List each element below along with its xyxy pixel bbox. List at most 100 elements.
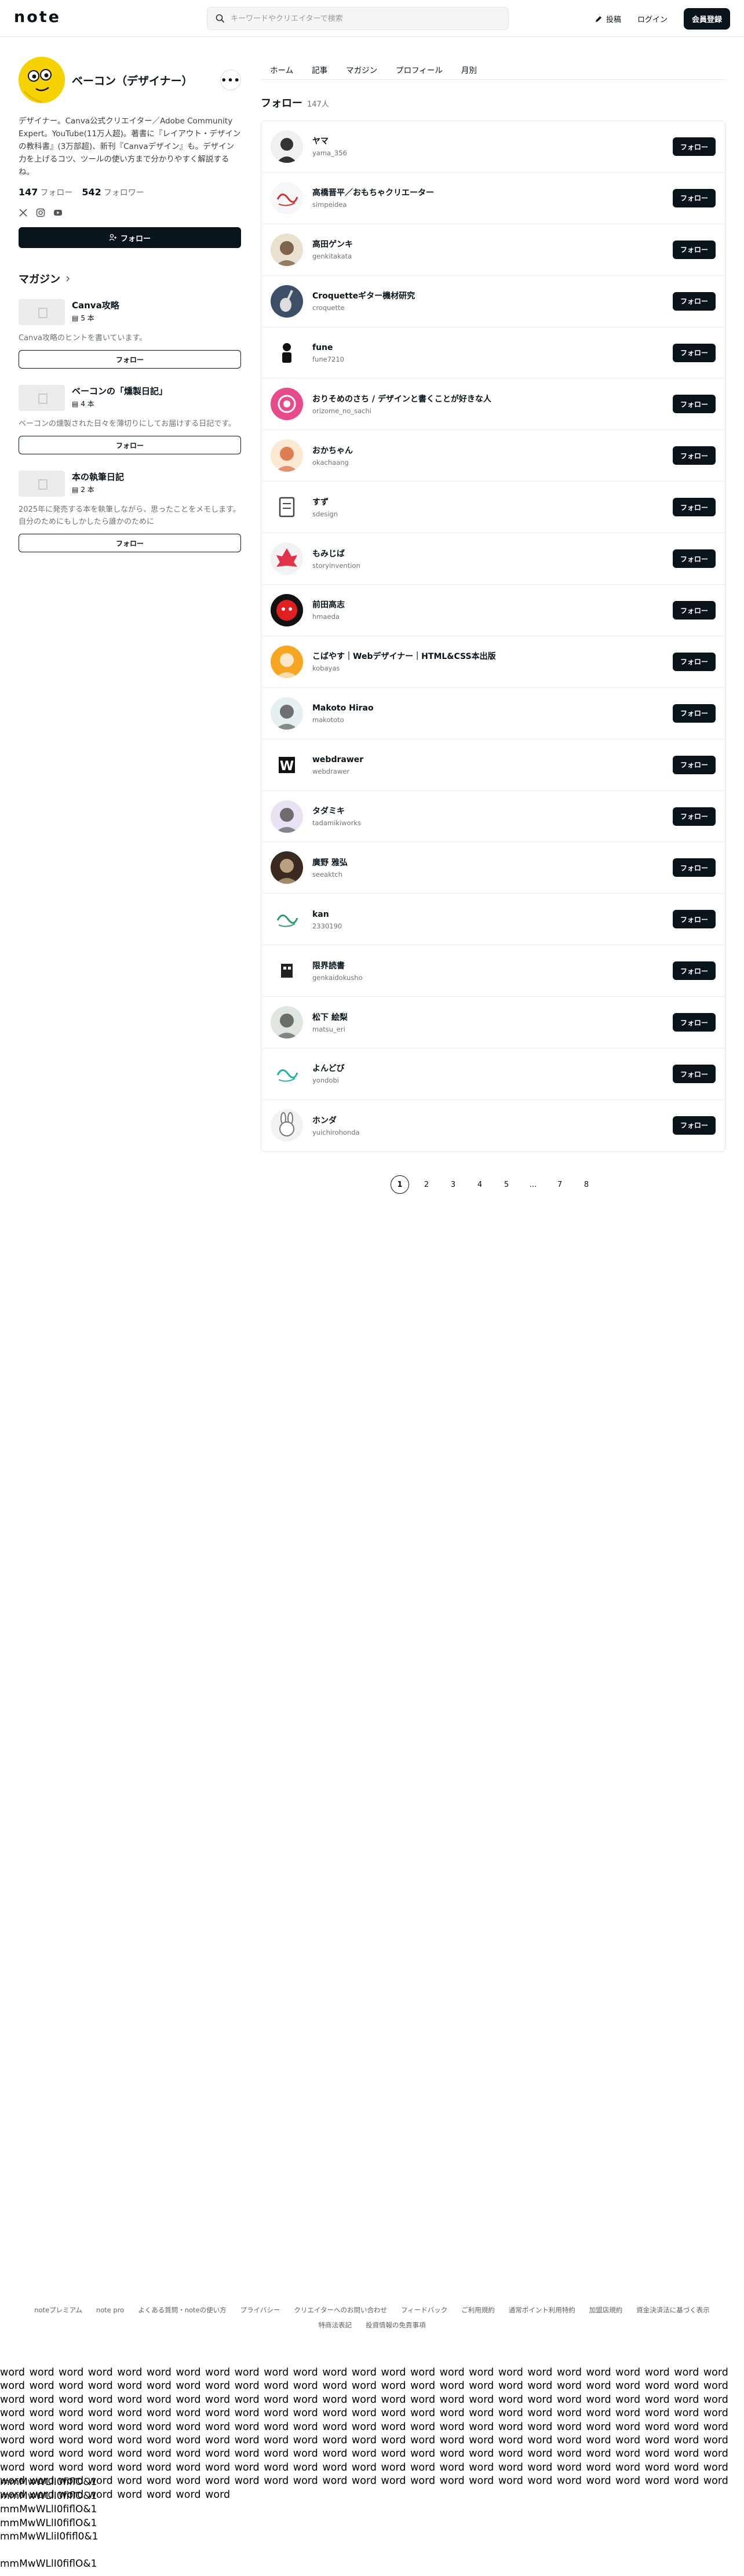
magazine-thumbnail[interactable] [19, 471, 65, 497]
user-row[interactable]: こばやす｜Webデザイナー｜HTML&CSS本出版 kobayas フォロー [261, 636, 725, 688]
note-logo[interactable]: note [14, 8, 61, 26]
user-name[interactable]: タダミキ [312, 806, 361, 817]
user-name[interactable]: fune [312, 342, 344, 354]
user-row[interactable]: 前田高志 hmaeda フォロー [261, 585, 725, 636]
footer-link[interactable]: 通常ポイント利用特約 [509, 2304, 575, 2316]
footer-link[interactable]: クリエイターへのお問い合わせ [294, 2304, 387, 2316]
footer-link[interactable]: よくある質問・noteの使い方 [138, 2304, 226, 2316]
user-name[interactable]: よんどび [312, 1063, 345, 1074]
user-row[interactable]: もみじば storyinvention フォロー [261, 533, 725, 585]
user-avatar[interactable] [271, 593, 303, 626]
user-avatar[interactable] [271, 285, 303, 318]
user-row[interactable]: タダミキ tadamikiworks フォロー [261, 791, 725, 843]
user-avatar[interactable] [271, 1109, 303, 1142]
user-name[interactable]: webdrawer [312, 754, 363, 766]
magazine-follow-button[interactable]: フォロー [19, 436, 241, 454]
instagram-icon[interactable] [36, 208, 45, 217]
post-button[interactable]: 投稿 [595, 13, 621, 24]
page-button[interactable]: 3 [444, 1175, 462, 1194]
footer-link[interactable]: noteプレミアム [34, 2304, 82, 2316]
page-button[interactable]: 4 [471, 1175, 489, 1194]
tab-articles[interactable]: 記事 [302, 57, 337, 79]
user-row[interactable]: Makoto Hirao makototo フォロー [261, 688, 725, 739]
user-avatar[interactable] [271, 233, 303, 266]
magazine-thumbnail[interactable] [19, 299, 65, 325]
following-count-link[interactable]: 147 フォロー [19, 187, 72, 198]
more-options-button[interactable]: ••• [220, 70, 241, 90]
footer-link[interactable]: note pro [96, 2304, 124, 2316]
page-button[interactable]: 5 [497, 1175, 516, 1194]
footer-link[interactable]: 投資情報の免責事項 [366, 2319, 426, 2331]
user-avatar[interactable]: W [271, 748, 303, 781]
footer-link[interactable]: ご利用規約 [461, 2304, 495, 2316]
user-row[interactable]: ホンダ yuichirohonda フォロー [261, 1100, 725, 1152]
user-follow-button[interactable]: フォロー [673, 858, 716, 877]
user-avatar[interactable] [271, 903, 303, 936]
user-name[interactable]: Makoto Hirao [312, 702, 374, 714]
user-row[interactable]: kan 2330190 フォロー [261, 894, 725, 946]
user-follow-button[interactable]: フォロー [673, 188, 716, 207]
magazine-name[interactable]: ベーコンの「燻製日記」 [72, 385, 167, 398]
signup-button[interactable]: 会員登録 [683, 8, 730, 30]
user-name[interactable]: kan [312, 909, 342, 920]
tab-magazine[interactable]: マガジン [337, 57, 386, 79]
user-follow-button[interactable]: フォロー [673, 601, 716, 620]
user-follow-button[interactable]: フォロー [673, 292, 716, 311]
user-name[interactable]: もみじば [312, 548, 360, 560]
user-follow-button[interactable]: フォロー [673, 807, 716, 826]
user-row[interactable]: 限界読書 genkaidokusho フォロー [261, 945, 725, 997]
user-follow-button[interactable]: フォロー [673, 961, 716, 981]
user-row[interactable]: 廣野 雅弘 seeaktch フォロー [261, 842, 725, 894]
footer-link[interactable]: フィードバック [401, 2304, 447, 2316]
magazine-thumbnail[interactable] [19, 385, 65, 411]
user-row[interactable]: よんどび yondobi フォロー [261, 1048, 725, 1100]
user-row[interactable]: おりそめのさち / デザインと書くことが好きな人 orizome_no_sach… [261, 378, 725, 431]
magazine-follow-button[interactable]: フォロー [19, 534, 241, 552]
user-name[interactable]: 限界読書 [312, 960, 363, 972]
user-name[interactable]: 前田高志 [312, 599, 345, 611]
user-avatar[interactable] [271, 388, 303, 421]
profile-avatar[interactable] [19, 57, 65, 103]
page-button[interactable]: 8 [577, 1175, 596, 1194]
user-name[interactable]: 高田ゲンキ [312, 239, 353, 250]
user-row[interactable]: 松下 絵梨 matsu_eri フォロー [261, 997, 725, 1049]
user-follow-button[interactable]: フォロー [673, 1116, 716, 1135]
user-row[interactable]: fune fune7210 フォロー [261, 327, 725, 379]
footer-link[interactable]: 特商法表記 [319, 2319, 352, 2331]
user-name[interactable]: おかちゃん [312, 445, 353, 457]
user-name[interactable]: ヤマ [312, 136, 347, 147]
user-name[interactable]: こばやす｜Webデザイナー｜HTML&CSS本出版 [312, 651, 496, 662]
user-name[interactable]: すず [312, 497, 338, 508]
magazine-heading[interactable]: マガジン [19, 271, 241, 286]
footer-link[interactable]: 資金決済法に基づく表示 [636, 2304, 710, 2316]
user-name[interactable]: 高橋晋平／おもちゃクリエーター [312, 187, 434, 199]
user-avatar[interactable] [271, 542, 303, 575]
user-avatar[interactable] [271, 336, 303, 369]
search-box[interactable] [207, 7, 509, 30]
page-button[interactable]: 7 [550, 1175, 569, 1194]
user-avatar[interactable] [271, 954, 303, 988]
profile-follow-button[interactable]: フォロー [19, 227, 241, 248]
user-follow-button[interactable]: フォロー [673, 704, 716, 723]
youtube-icon[interactable] [53, 208, 63, 217]
login-button[interactable]: ログイン [632, 13, 673, 24]
user-avatar[interactable] [271, 439, 303, 472]
user-avatar[interactable] [271, 1057, 303, 1090]
user-follow-button[interactable]: フォロー [673, 395, 716, 414]
user-avatar[interactable] [271, 851, 303, 884]
user-avatar[interactable] [271, 181, 303, 214]
user-name[interactable]: 松下 絵梨 [312, 1012, 348, 1023]
magazine-name[interactable]: Canva攻略 [72, 299, 119, 312]
magazine-name[interactable]: 本の執筆日記 [72, 471, 124, 483]
user-name[interactable]: 廣野 雅弘 [312, 857, 348, 869]
user-avatar[interactable] [271, 697, 303, 730]
user-follow-button[interactable]: フォロー [673, 498, 716, 517]
user-name[interactable]: Croquetteギター機材研究 [312, 290, 415, 302]
user-follow-button[interactable]: フォロー [673, 1013, 716, 1032]
user-avatar[interactable] [271, 645, 303, 678]
user-row[interactable]: ヤマ yama_356 フォロー [261, 121, 725, 173]
tab-monthly[interactable]: 月別 [452, 57, 486, 79]
user-follow-button[interactable]: フォロー [673, 549, 716, 569]
page-button[interactable]: 2 [417, 1175, 436, 1194]
user-follow-button[interactable]: フォロー [673, 755, 716, 774]
